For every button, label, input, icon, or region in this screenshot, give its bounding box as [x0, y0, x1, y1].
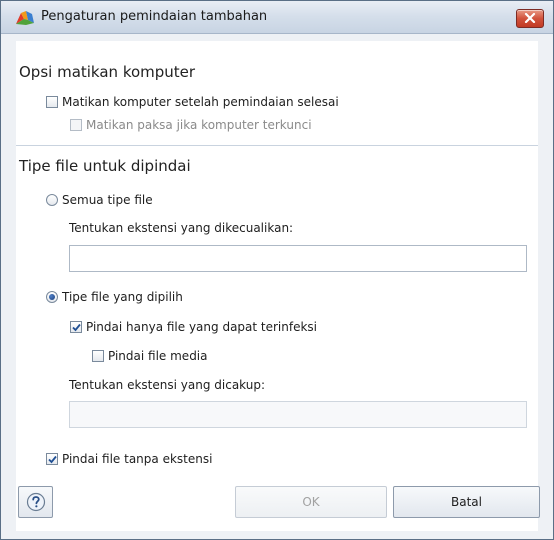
shutdown-after-scan-label: Matikan komputer setelah pemindaian sele…: [62, 95, 339, 109]
checkmark-icon: [72, 323, 81, 332]
infectable-only-checkbox[interactable]: [70, 321, 82, 333]
question-mark-icon: [26, 492, 45, 512]
no-extension-label: Pindai file tanpa ekstensi: [62, 452, 213, 466]
help-button[interactable]: [18, 486, 53, 518]
all-types-label: Semua tipe file: [62, 193, 153, 207]
excluded-ext-label: Tentukan ekstensi yang dikecualikan:: [69, 221, 294, 235]
force-shutdown-checkbox: [70, 119, 82, 131]
ok-button[interactable]: OK: [235, 486, 387, 518]
excluded-ext-input[interactable]: [69, 245, 527, 272]
scan-media-row[interactable]: Pindai file media: [92, 349, 208, 363]
shutdown-after-scan-row[interactable]: Matikan komputer setelah pemindaian sele…: [46, 95, 339, 109]
file-types-section-title: Tipe file untuk dipindai: [19, 157, 191, 175]
selected-types-row[interactable]: Tipe file yang dipilih: [46, 290, 183, 304]
selected-types-radio[interactable]: [46, 291, 58, 303]
no-extension-checkbox[interactable]: [46, 453, 58, 465]
title-bar: Pengaturan pemindaian tambahan: [1, 1, 553, 34]
scan-media-label: Pindai file media: [108, 349, 208, 363]
content-panel: Opsi matikan komputer Matikan komputer s…: [16, 41, 538, 531]
dialog-window: Pengaturan pemindaian tambahan Opsi mati…: [0, 0, 554, 540]
no-extension-row[interactable]: Pindai file tanpa ekstensi: [46, 452, 212, 466]
infectable-only-row[interactable]: Pindai hanya file yang dapat terinfeksi: [70, 320, 317, 334]
window-title: Pengaturan pemindaian tambahan: [41, 9, 268, 24]
avg-logo-icon: [16, 11, 34, 25]
close-button[interactable]: [516, 9, 544, 28]
selected-types-label: Tipe file yang dipilih: [62, 290, 183, 304]
checkmark-icon: [48, 455, 57, 464]
force-shutdown-row: Matikan paksa jika komputer terkunci: [70, 118, 312, 132]
radio-dot: [49, 294, 55, 300]
scan-media-checkbox[interactable]: [92, 350, 104, 362]
all-types-row[interactable]: Semua tipe file: [46, 193, 153, 207]
shutdown-after-scan-checkbox[interactable]: [46, 96, 58, 108]
shutdown-section-title: Opsi matikan komputer: [19, 63, 196, 81]
section-divider: [16, 145, 538, 146]
all-types-radio[interactable]: [46, 194, 58, 206]
infectable-only-label: Pindai hanya file yang dapat terinfeksi: [86, 320, 318, 334]
force-shutdown-label: Matikan paksa jika komputer terkunci: [86, 118, 312, 132]
cancel-button[interactable]: Batal: [393, 486, 540, 518]
close-icon: [524, 13, 536, 23]
included-ext-label: Tentukan ekstensi yang dicakup:: [69, 378, 266, 392]
included-ext-input[interactable]: [69, 401, 527, 428]
